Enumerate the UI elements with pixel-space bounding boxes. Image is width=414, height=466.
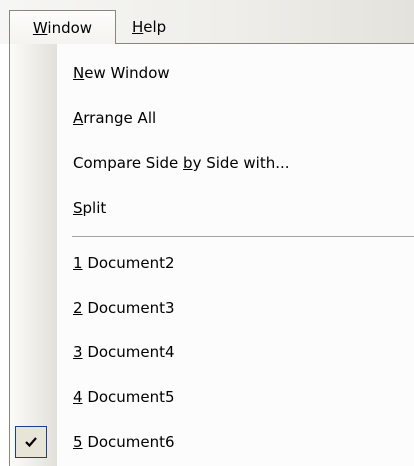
menu-help-mnemonic: H (132, 18, 144, 36)
menu-item-compare-side-by-side[interactable]: Compare Side by Side with... (10, 141, 414, 185)
menu-item-label: 1 Document2 (73, 254, 175, 272)
menu-window-label-post: indow (47, 19, 93, 37)
menu-item-label: 2 Document3 (73, 299, 175, 317)
menu-item-label: 5 Document6 (73, 433, 175, 451)
menu-item-document2[interactable]: 1 Document2 (10, 241, 414, 285)
menu-window-mnemonic: W (32, 19, 48, 37)
menu-item-document6[interactable]: 5 Document6 (10, 420, 414, 464)
menu-item-document5[interactable]: 4 Document5 (10, 375, 414, 419)
menu-bar: Window Help (0, 0, 414, 44)
menu-item-label: Arrange All (73, 109, 157, 127)
menu-item-label: Split (73, 199, 107, 217)
menu-window[interactable]: Window (9, 10, 116, 44)
menu-item-new-window[interactable]: New Window (10, 51, 414, 95)
menu-separator (72, 236, 414, 237)
menu-item-label: 4 Document5 (73, 388, 175, 406)
menu-item-split[interactable]: Split (10, 186, 414, 230)
menu-item-document3[interactable]: 2 Document3 (10, 286, 414, 330)
menu-item-arrange-all[interactable]: Arrange All (10, 96, 414, 140)
window-menu-dropdown: New Window Arrange All Compare Side by S… (9, 43, 414, 466)
menu-item-label: Compare Side by Side with... (73, 154, 290, 172)
checkmark-icon (25, 437, 37, 448)
active-window-check (15, 426, 47, 458)
menu-item-label: 3 Document4 (73, 343, 175, 361)
menu-item-label: New Window (73, 64, 170, 82)
menu-item-document4[interactable]: 3 Document4 (10, 330, 414, 374)
menu-help[interactable]: Help (120, 10, 178, 44)
menu-help-label-post: elp (143, 18, 167, 36)
